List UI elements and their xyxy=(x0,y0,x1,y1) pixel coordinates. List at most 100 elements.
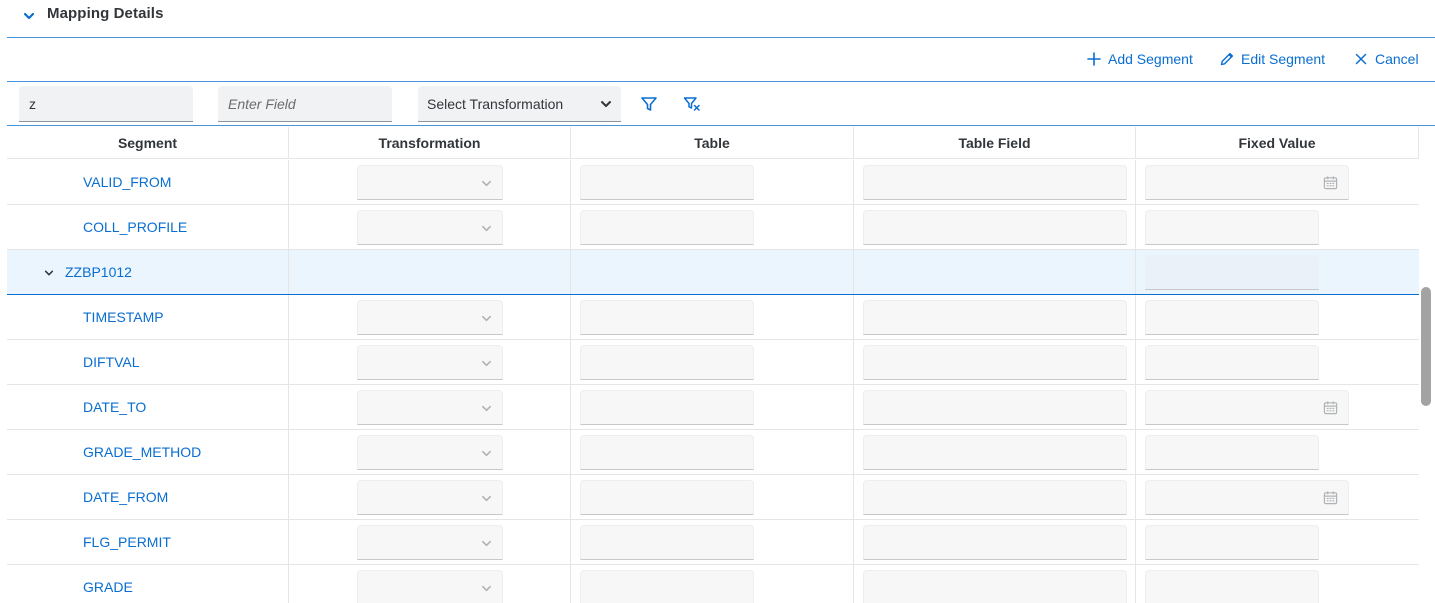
calendar-icon[interactable] xyxy=(1323,175,1338,190)
table-cell xyxy=(571,430,854,474)
edit-segment-button[interactable]: Edit Segment xyxy=(1219,51,1325,67)
transformation-dropdown[interactable] xyxy=(357,165,503,200)
table-field-input[interactable] xyxy=(863,435,1127,470)
table-input[interactable] xyxy=(580,165,754,200)
table-row[interactable]: FLG_PERMIT xyxy=(7,520,1419,565)
column-header-fixed-value[interactable]: Fixed Value xyxy=(1136,127,1419,159)
table-field-input[interactable] xyxy=(863,345,1127,380)
table-input[interactable] xyxy=(580,435,754,470)
clear-filter-icon[interactable] xyxy=(683,95,701,113)
table-field-input[interactable] xyxy=(863,165,1127,200)
calendar-icon[interactable] xyxy=(1323,400,1338,415)
table-row[interactable]: DIFTVAL xyxy=(7,340,1419,385)
chevron-down-icon xyxy=(482,540,491,547)
fixed-value-input[interactable] xyxy=(1145,300,1319,335)
segment-filter-input[interactable]: z xyxy=(19,86,193,122)
group-segment-label[interactable]: ZZBP1012 xyxy=(65,264,132,280)
fixed-value-input[interactable] xyxy=(1145,210,1319,245)
transformation-dropdown[interactable] xyxy=(357,480,503,515)
fixed-value-input[interactable] xyxy=(1145,525,1319,560)
segment-field-label[interactable]: DIFTVAL xyxy=(83,354,140,370)
table-field-input[interactable] xyxy=(863,480,1127,515)
fixed-value-date-picker[interactable] xyxy=(1145,165,1349,200)
table-field-input[interactable] xyxy=(863,390,1127,425)
fixed-value-cell xyxy=(1136,475,1419,519)
table-input[interactable] xyxy=(580,570,754,603)
pencil-icon xyxy=(1220,52,1234,66)
table-cell xyxy=(571,250,854,294)
column-header-table[interactable]: Table xyxy=(571,127,854,159)
table-input[interactable] xyxy=(580,345,754,380)
transformation-dropdown[interactable] xyxy=(357,525,503,560)
transformation-dropdown[interactable] xyxy=(357,345,503,380)
group-row[interactable]: ZZBP1012 xyxy=(7,250,1419,295)
segment-field-label[interactable]: DATE_FROM xyxy=(83,489,168,505)
table-cell xyxy=(571,160,854,204)
table-input[interactable] xyxy=(580,525,754,560)
vertical-scrollbar[interactable] xyxy=(1421,287,1431,406)
table-field-input[interactable] xyxy=(863,525,1127,560)
fixed-value-cell xyxy=(1136,160,1419,204)
transformation-cell xyxy=(289,475,571,519)
fixed-value-input[interactable] xyxy=(1145,435,1319,470)
table-row[interactable]: GRADE_METHOD xyxy=(7,430,1419,475)
edit-segment-label: Edit Segment xyxy=(1241,51,1326,67)
filter-bar: z Enter Field Select Transformation xyxy=(7,82,1435,126)
table-field-cell xyxy=(854,475,1136,519)
table-field-input[interactable] xyxy=(863,570,1127,603)
transformation-dropdown[interactable] xyxy=(357,570,503,603)
fixed-value-cell xyxy=(1136,385,1419,429)
chevron-down-icon[interactable] xyxy=(22,9,36,23)
transformation-cell xyxy=(289,520,571,564)
transformation-dropdown[interactable] xyxy=(357,300,503,335)
transformation-dropdown[interactable] xyxy=(357,390,503,425)
expand-chevron-icon[interactable] xyxy=(44,268,54,278)
segment-field-label[interactable]: TIMESTAMP xyxy=(83,309,164,325)
calendar-icon[interactable] xyxy=(1323,490,1338,505)
transformation-select[interactable]: Select Transformation xyxy=(418,86,621,122)
table-field-cell xyxy=(854,565,1136,603)
table-cell xyxy=(571,295,854,339)
table-field-cell xyxy=(854,250,1136,294)
table-row[interactable]: DATE_FROM xyxy=(7,475,1419,520)
segment-field-label[interactable]: DATE_TO xyxy=(83,399,146,415)
fixed-value-cell xyxy=(1136,430,1419,474)
segment-field-label[interactable]: GRADE xyxy=(83,579,133,595)
table-row[interactable]: DATE_TO xyxy=(7,385,1419,430)
segment-field-label[interactable]: GRADE_METHOD xyxy=(83,444,201,460)
field-filter-input[interactable]: Enter Field xyxy=(218,86,392,122)
segment-field-label[interactable]: COLL_PROFILE xyxy=(83,219,187,235)
segment-cell: GRADE_METHOD xyxy=(7,430,289,474)
table-field-input[interactable] xyxy=(863,300,1127,335)
add-segment-button[interactable]: Add Segment xyxy=(1086,51,1193,67)
table-row[interactable]: COLL_PROFILE xyxy=(7,205,1419,250)
panel-header[interactable]: Mapping Details xyxy=(0,0,1435,36)
table-row[interactable]: GRADE xyxy=(7,565,1419,603)
cancel-button[interactable]: Cancel xyxy=(1353,51,1419,67)
column-header-segment[interactable]: Segment xyxy=(7,127,289,159)
fixed-value-input[interactable] xyxy=(1145,255,1319,290)
fixed-value-date-picker[interactable] xyxy=(1145,390,1349,425)
table-input[interactable] xyxy=(580,300,754,335)
table-input[interactable] xyxy=(580,480,754,515)
table-input[interactable] xyxy=(580,390,754,425)
table-row[interactable]: VALID_FROM xyxy=(7,160,1419,205)
table-row[interactable]: TIMESTAMP xyxy=(7,295,1419,340)
fixed-value-date-picker[interactable] xyxy=(1145,480,1349,515)
table-field-input[interactable] xyxy=(863,210,1127,245)
segment-field-label[interactable]: FLG_PERMIT xyxy=(83,534,171,550)
transformation-dropdown[interactable] xyxy=(357,210,503,245)
panel-title: Mapping Details xyxy=(47,5,164,22)
fixed-value-cell xyxy=(1136,520,1419,564)
column-header-table-field[interactable]: Table Field xyxy=(854,127,1136,159)
segment-field-label[interactable]: VALID_FROM xyxy=(83,174,171,190)
transformation-cell xyxy=(289,430,571,474)
field-filter-placeholder: Enter Field xyxy=(228,95,296,112)
fixed-value-input[interactable] xyxy=(1145,345,1319,380)
fixed-value-input[interactable] xyxy=(1145,570,1319,603)
transformation-cell xyxy=(289,295,571,339)
column-header-transformation[interactable]: Transformation xyxy=(289,127,571,159)
transformation-dropdown[interactable] xyxy=(357,435,503,470)
table-input[interactable] xyxy=(580,210,754,245)
filter-icon[interactable] xyxy=(640,95,658,113)
